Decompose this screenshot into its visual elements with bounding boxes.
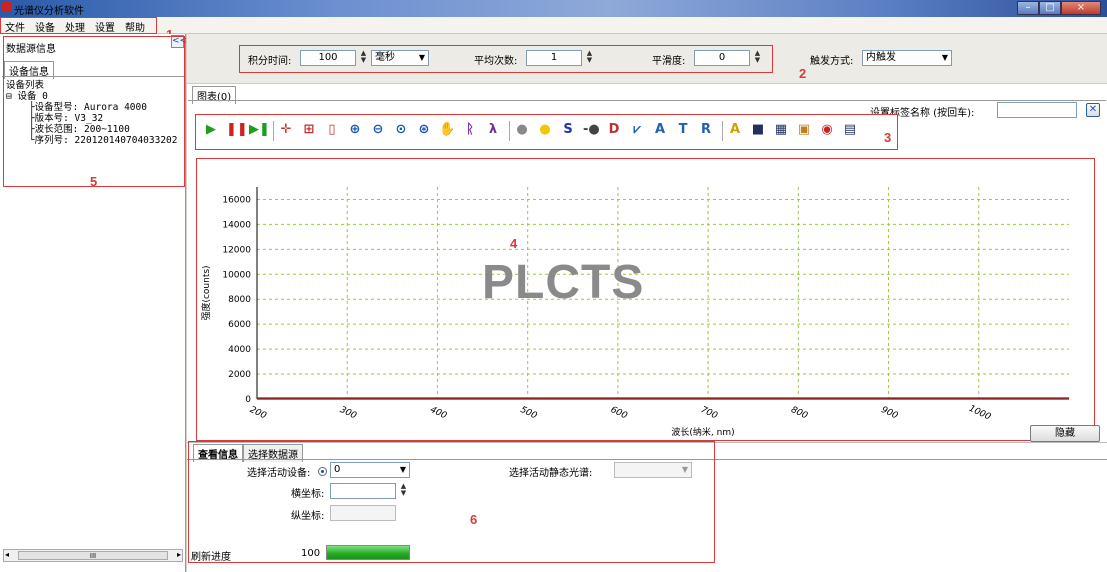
- tab-chart[interactable]: 图表(0): [192, 86, 237, 104]
- trigger-mode-select[interactable]: 内触发 ▼: [862, 50, 952, 66]
- chart-tab-divider: [188, 100, 1106, 101]
- annotation-label-2: 2: [799, 66, 807, 81]
- annotation-label-3: 3: [884, 130, 892, 145]
- title-bar: 光谱仪分析软件 – □ ×: [0, 0, 1107, 17]
- app-icon: [2, 2, 12, 12]
- close-window-button[interactable]: ×: [1061, 1, 1101, 15]
- annotation-label-6: 6: [470, 512, 478, 527]
- horizontal-scrollbar[interactable]: ◂ III ▸: [3, 549, 183, 562]
- close-tag-icon[interactable]: ✕: [1086, 103, 1100, 117]
- minimize-button[interactable]: –: [1017, 1, 1039, 15]
- hide-button[interactable]: 隐藏: [1030, 425, 1100, 442]
- window-controls: – □ ×: [1017, 1, 1101, 15]
- chevron-down-icon: ▼: [941, 53, 948, 62]
- annotation-box-2: [239, 45, 773, 73]
- annotation-label-4: 4: [510, 236, 518, 251]
- annotation-box-5: [3, 36, 185, 187]
- annotation-label-5: 5: [90, 174, 98, 189]
- trigger-mode-value: 内触发: [866, 52, 896, 63]
- scroll-right-icon[interactable]: ▸: [177, 550, 181, 559]
- scroll-left-icon[interactable]: ◂: [5, 550, 9, 559]
- window-title: 光谱仪分析软件: [14, 6, 84, 17]
- scroll-thumb[interactable]: III: [18, 551, 168, 560]
- annotation-box-4: [196, 158, 1095, 441]
- tag-name-input[interactable]: [997, 102, 1077, 118]
- annotation-box-6: [188, 441, 715, 563]
- trigger-mode-label: 触发方式:: [810, 56, 854, 67]
- annotation-box-3: [195, 114, 898, 150]
- annotation-box-1: [0, 17, 157, 34]
- maximize-button[interactable]: □: [1039, 1, 1061, 15]
